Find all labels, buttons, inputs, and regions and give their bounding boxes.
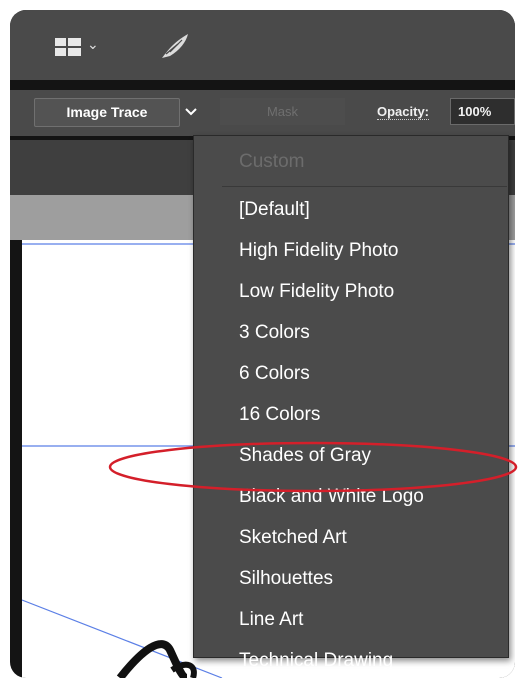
workspace-switcher[interactable]: ⌄ xyxy=(55,35,115,65)
app-window: ⌄ Image Trace Mask Opacity: 100% Custom … xyxy=(10,10,515,678)
chevron-down-icon: ⌄ xyxy=(87,36,99,52)
menu-item-custom: Custom xyxy=(239,151,305,172)
menu-item-16-colors[interactable]: 16 Colors xyxy=(239,404,320,426)
traced-sketch-stroke xyxy=(116,640,189,678)
menu-item-6-colors[interactable]: 6 Colors xyxy=(239,363,310,385)
menu-separator xyxy=(222,186,507,187)
trace-preset-menu: Custom [Default] High Fidelity Photo Low… xyxy=(193,135,509,671)
workspace-grid-icon xyxy=(55,38,81,56)
image-trace-button[interactable]: Image Trace xyxy=(34,98,180,127)
highlight-ellipse-annotation xyxy=(108,441,518,493)
menu-item-low-fidelity-photo[interactable]: Low Fidelity Photo xyxy=(239,281,394,303)
mask-button[interactable]: Mask xyxy=(220,98,345,125)
opacity-input[interactable]: 100% xyxy=(450,98,515,125)
chevron-down-icon xyxy=(185,108,197,116)
trace-preset-dropdown-button[interactable] xyxy=(180,98,202,125)
application-bar: ⌄ xyxy=(10,10,515,80)
menu-item-default[interactable]: [Default] xyxy=(239,199,310,221)
menu-item-sketched-art[interactable]: Sketched Art xyxy=(239,527,347,549)
menu-item-3-colors[interactable]: 3 Colors xyxy=(239,322,310,344)
menu-item-silhouettes[interactable]: Silhouettes xyxy=(239,568,333,590)
control-bar: Image Trace Mask Opacity: 100% xyxy=(10,90,515,136)
menu-item-high-fidelity-photo[interactable]: High Fidelity Photo xyxy=(239,240,398,262)
menu-item-line-art[interactable]: Line Art xyxy=(239,609,303,631)
opacity-label[interactable]: Opacity: xyxy=(377,105,430,120)
brush-feather-icon[interactable] xyxy=(158,30,194,62)
menu-item-technical-drawing[interactable]: Technical Drawing xyxy=(239,650,393,672)
